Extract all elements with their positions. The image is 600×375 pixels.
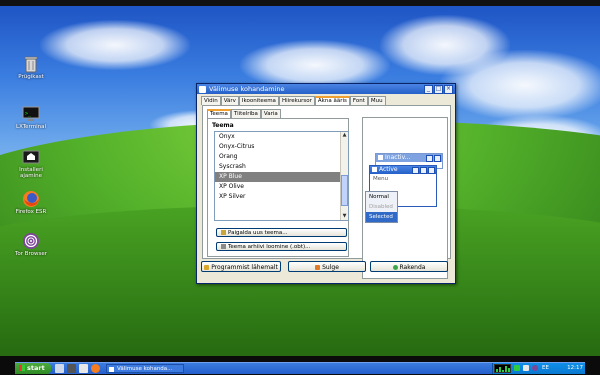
theme-preview: Inactiv... Active Menu Normal Disabled S… bbox=[362, 117, 448, 279]
theme-subpanel: Teema Onyx Onyx-Citrus Orang Syscrash XP… bbox=[207, 118, 349, 257]
tab-widget[interactable]: Vidin bbox=[201, 96, 221, 105]
taskbar-task-label: Välimuse kohanda... bbox=[117, 366, 173, 372]
apply-button[interactable]: Rakenda bbox=[370, 261, 448, 272]
trash-icon bbox=[22, 55, 40, 73]
quicklaunch-files-icon[interactable] bbox=[55, 364, 64, 373]
theme-item[interactable]: Onyx-Citrus bbox=[215, 142, 348, 152]
maximize-button[interactable]: □ bbox=[434, 84, 443, 94]
close-dialog-button[interactable]: Sulge bbox=[288, 261, 366, 272]
window-title: Välimuse kohandamine bbox=[209, 85, 285, 93]
subtabs: Teema Tiitelriba Varia bbox=[207, 109, 281, 118]
tab-mouse-cursor[interactable]: Hiirekursor bbox=[278, 96, 315, 105]
subtab-theme[interactable]: Teema bbox=[207, 109, 231, 118]
preview-window-buttons bbox=[425, 155, 441, 162]
tor-status-icon[interactable] bbox=[532, 365, 538, 371]
preview-window-buttons bbox=[411, 167, 435, 174]
preview-active-title: Active bbox=[370, 166, 436, 174]
close-button[interactable]: × bbox=[444, 84, 453, 94]
tab-icon-theme[interactable]: Ikooniteema bbox=[238, 96, 279, 105]
scroll-up-icon[interactable]: ▲ bbox=[341, 132, 348, 139]
preview-menu-selected: Selected bbox=[366, 212, 397, 222]
wallpaper-cloud bbox=[440, 50, 600, 120]
quicklaunch-desktop-icon[interactable] bbox=[79, 364, 88, 373]
install-icon bbox=[221, 230, 226, 235]
start-logo-icon bbox=[19, 365, 25, 371]
theme-list-scrollbar[interactable]: ▲ ▼ bbox=[340, 132, 348, 220]
desktop-icon-firefox[interactable]: Firefox ESR bbox=[13, 190, 49, 215]
close-icon bbox=[315, 265, 321, 270]
about-button[interactable]: Programmist lähemalt bbox=[201, 261, 281, 272]
subtab-titlebar[interactable]: Tiitelriba bbox=[230, 109, 261, 118]
taskbar: start Välimuse kohanda... EE 12:17 bbox=[15, 362, 585, 374]
desktop-icon-label: Prügikast bbox=[18, 74, 44, 80]
theme-item[interactable]: XP Silver bbox=[215, 192, 348, 202]
quicklaunch-terminal-icon[interactable] bbox=[67, 364, 76, 373]
theme-item-selected[interactable]: XP Blue bbox=[215, 172, 348, 182]
window-app-icon bbox=[199, 85, 206, 93]
theme-item[interactable]: Orang bbox=[215, 152, 348, 162]
preview-inactive-title: Inactiv... bbox=[376, 154, 442, 162]
desktop-screen: Prügikast >_ LXTerminal Installeri ajami… bbox=[0, 0, 600, 375]
install-theme-label: Paigalda uus teema... bbox=[228, 230, 288, 236]
window-icon bbox=[372, 167, 377, 172]
scrollbar-thumb[interactable] bbox=[341, 175, 348, 206]
firefox-icon bbox=[22, 190, 40, 208]
desktop-icon-trash[interactable]: Prügikast bbox=[13, 55, 49, 80]
tab-font[interactable]: Font bbox=[349, 96, 368, 105]
desktop-icon-tor-browser[interactable]: Tor Browser bbox=[13, 232, 49, 257]
theme-item[interactable]: XP Olive bbox=[215, 182, 348, 192]
window-titlebar[interactable]: Välimuse kohandamine _ □ × bbox=[197, 84, 455, 94]
wallpaper-cloud bbox=[40, 20, 190, 70]
start-label: start bbox=[27, 364, 45, 372]
tor-browser-icon bbox=[22, 232, 40, 250]
start-button[interactable]: start bbox=[15, 363, 51, 374]
clock[interactable]: 12:17 bbox=[567, 364, 583, 373]
preview-menu: Normal Disabled Selected bbox=[365, 191, 398, 223]
window-icon bbox=[378, 155, 383, 160]
archive-icon bbox=[221, 244, 226, 249]
preview-active-title-text: Active bbox=[379, 166, 398, 173]
subtab-misc[interactable]: Varia bbox=[260, 109, 281, 118]
preview-menu-label: Menu bbox=[373, 176, 389, 182]
desktop-icon-label: Installeri ajamine bbox=[19, 167, 43, 179]
desktop-icon-label: Firefox ESR bbox=[15, 209, 47, 215]
terminal-icon: >_ bbox=[22, 105, 40, 123]
appearance-window: Välimuse kohandamine _ □ × Vidin Värv Ik… bbox=[196, 83, 456, 284]
apply-icon bbox=[392, 265, 398, 270]
section-title: Teema bbox=[212, 122, 234, 129]
window-tabs: Vidin Värv Ikooniteema Hiirekursor Akna … bbox=[197, 94, 455, 105]
create-theme-archive-button[interactable]: Teema arhiivi loomine (.obt)... bbox=[216, 242, 347, 251]
apply-label: Rakenda bbox=[399, 264, 426, 271]
taskbar-task-appearance[interactable]: Välimuse kohanda... bbox=[106, 364, 184, 373]
create-theme-archive-label: Teema arhiivi loomine (.obt)... bbox=[228, 244, 311, 250]
tab-window-border[interactable]: Akna ääris bbox=[314, 96, 350, 105]
desktop-icon-label: Tor Browser bbox=[14, 251, 48, 257]
preview-menu-normal: Normal bbox=[369, 194, 389, 200]
desktop-icon-installer[interactable]: Installeri ajamine bbox=[13, 148, 49, 179]
tab-color[interactable]: Värv bbox=[220, 96, 239, 105]
svg-text:>_: >_ bbox=[25, 111, 32, 117]
desktop-icon-label: LXTerminal bbox=[16, 124, 46, 130]
installer-icon bbox=[22, 148, 40, 166]
close-label: Sulge bbox=[322, 264, 339, 271]
preview-inactive-title-text: Inactiv... bbox=[385, 154, 411, 161]
system-tray: EE 12:17 bbox=[492, 363, 585, 374]
about-label: Programmist lähemalt bbox=[211, 264, 278, 271]
minimize-button[interactable]: _ bbox=[424, 84, 433, 94]
theme-item[interactable]: Syscrash bbox=[215, 162, 348, 172]
preview-menu-disabled: Disabled bbox=[369, 204, 393, 210]
scroll-down-icon[interactable]: ▼ bbox=[341, 213, 348, 220]
tab-other[interactable]: Muu bbox=[367, 96, 386, 105]
volume-icon[interactable] bbox=[523, 365, 529, 371]
keyboard-layout-indicator[interactable]: EE bbox=[542, 364, 549, 373]
desktop-icon-terminal[interactable]: >_ LXTerminal bbox=[13, 105, 49, 130]
info-icon bbox=[204, 265, 210, 270]
window-app-icon bbox=[109, 367, 114, 372]
install-theme-button[interactable]: Paigalda uus teema... bbox=[216, 228, 347, 237]
cpu-graph bbox=[494, 364, 511, 373]
network-icon[interactable] bbox=[514, 365, 520, 371]
theme-list[interactable]: Onyx Onyx-Citrus Orang Syscrash XP Blue … bbox=[214, 131, 349, 221]
theme-item[interactable]: Onyx bbox=[215, 132, 348, 142]
quicklaunch-firefox-icon[interactable] bbox=[91, 364, 100, 373]
